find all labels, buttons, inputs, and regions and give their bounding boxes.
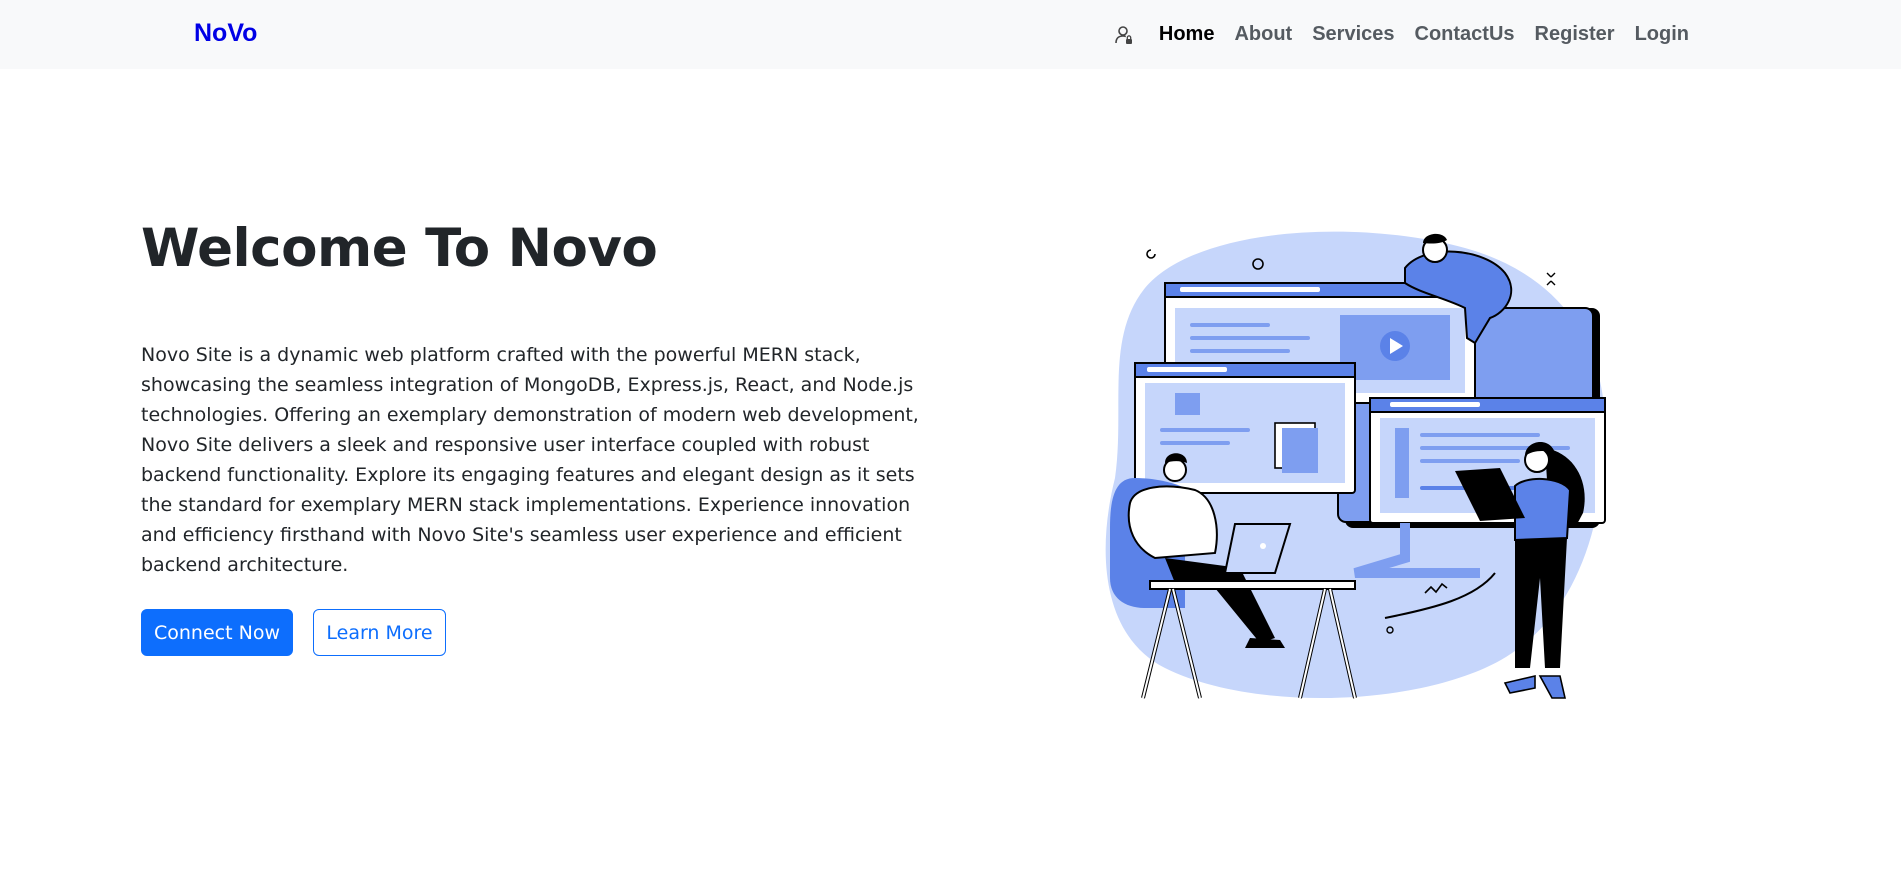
nav-services[interactable]: Services [1302,23,1404,46]
hero-title: Welcome To Novo [141,218,658,279]
navbar: NoVo Home About Services ContactUs Regis… [0,0,1901,69]
hero-description: Novo Site is a dynamic web platform craf… [141,344,919,576]
connect-now-button[interactable]: Connect Now [141,609,293,656]
nav-login[interactable]: Login [1625,23,1699,46]
nav-links: Home About Services ContactUs Register L… [1113,0,1699,69]
learn-more-button[interactable]: Learn More [313,609,446,656]
web-development-team-illustration [1105,228,1610,708]
nav-contactus[interactable]: ContactUs [1405,23,1525,46]
nav-register[interactable]: Register [1525,23,1625,46]
brand-logo[interactable]: NoVo [194,19,257,48]
nav-about[interactable]: About [1224,23,1302,46]
user-lock-icon[interactable] [1113,24,1135,46]
nav-home[interactable]: Home [1149,23,1225,46]
